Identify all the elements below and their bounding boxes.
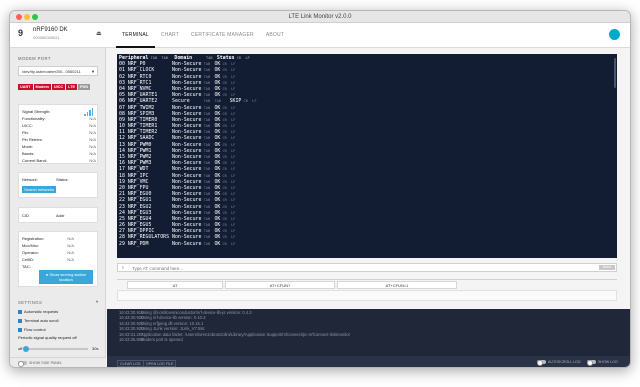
clear-log-button[interactable]: CLEAR LOG [117,360,144,367]
addr-label: Addr [56,213,65,218]
port-selector[interactable]: /dev/tty.usbmodem000...0560211 ▼ [18,66,98,76]
toggle-switch[interactable] [18,361,27,367]
status-row-bands: Bands: N/A [22,151,96,156]
log-message: Using @nordicsemiconductor/nrf-device-li… [141,310,252,315]
command-shortcuts: AT AT+CFUN? AT+CFUN=1 [117,279,617,301]
log-timestamp: 16:43:35.805 [119,336,144,342]
log-message: Using JLink version: JLink_V7.58c [141,326,205,332]
reg-row-registration: Registration: N/A [22,236,74,241]
prompt-arrow-icon: › [122,265,124,271]
show-station-location-button[interactable]: ● Show serving station location [39,270,93,284]
command-bar: › Send [117,263,617,272]
eject-icon[interactable]: ⏏ [96,30,102,37]
nordic-logo-icon [609,29,620,40]
app-window: LTE Link Monitor v2.0.0 9 nRF9160 DK 000… [9,10,631,368]
shortcut-cfun-query[interactable]: AT+CFUN? [225,281,335,289]
modem-status-card: Signal Strength: Functionality: N/A UICC:… [18,104,98,164]
cid-label: CID [22,213,29,218]
reg-row-cellid: CellID: N/A [22,257,74,262]
network-label: Network: [22,177,38,182]
lte-badge: LTE [66,84,78,90]
show-side-panel-toggle[interactable]: SHOW SIDE PANEL [18,361,62,367]
log-message: Using nrfjprog dll version: 10.15.1 [141,320,204,326]
checkbox-flow-control[interactable]: Flow control [18,327,46,332]
network-row: Network: Status: [22,177,96,182]
status-row-uicc: UICC: N/A [22,123,96,128]
periodic-slider[interactable] [23,346,88,352]
periodic-request-label: Periodic signal quality request off [18,335,77,340]
shortcut-cfun-1[interactable]: AT+CFUN=1 [337,281,457,289]
map-pin-icon: ● [45,272,49,277]
log-footer: CLEAR LOG OPEN LOG FILE AUTOSCROLL LOG S… [107,356,630,367]
autoscroll-log-toggle[interactable]: AUTOSCROLL LOG [537,360,581,366]
pdp-header: CID Addr [22,213,96,218]
checkbox-automatic-requests[interactable]: Automatic requests [18,309,58,314]
slider-min-label: off [18,346,23,351]
device-serial: 000960000021 [33,35,60,40]
uicc-badge: UICC [51,84,66,90]
open-log-file-button[interactable]: OPEN LOG FILE [143,360,177,367]
status-row-mode: Mode: N/A [22,144,96,149]
log-message: Modem port is opened [141,336,183,342]
log-entry: 16:43:35.805Modem port is opened [107,336,630,342]
status-row-pin-retries: Pin Retries: N/A [22,137,96,142]
network-card: Network: Status: Search networks [18,172,98,198]
shortcut-at[interactable]: AT [127,281,223,289]
terminal-output[interactable]: Peripheral TAB TAB Domain TAB Status CR … [117,54,617,258]
status-row-signal: Signal Strength: [22,109,51,114]
status-label: Status: [56,177,69,182]
status-row-functionality: Functionality: N/A [22,116,96,121]
close-window-button[interactable] [16,14,22,20]
nav-bar: 9 nRF9160 DK 000960000021 ⏏ TERMINAL CHA… [10,23,630,48]
maximize-window-button[interactable] [32,14,38,20]
slider-max-label: 30s [92,346,99,351]
status-row-pin: Pin: N/A [22,130,96,135]
window-title: LTE Link Monitor v2.0.0 [288,14,352,20]
checkbox-terminal-auto-scroll[interactable]: Terminal auto scroll [18,318,58,323]
log-message: Application data folder: /Users/lorenzob… [141,331,351,337]
reg-row-operator: Operator: N/A [22,250,74,255]
registration-card: Registration: N/A Mcc/Mnc: N/A Operator: N/… [18,231,98,287]
status-row-current-band: Current Band: N/A [22,158,96,163]
slider-handle[interactable] [23,346,29,352]
minimize-window-button[interactable] [24,14,30,20]
device-name[interactable]: nRF9160 DK [33,27,68,33]
modem-badge: Modem [33,84,51,90]
search-networks-button[interactable]: Search networks [22,186,56,193]
sidebar-footer: SHOW SIDE PANEL [10,357,106,367]
nordic-nine-logo-icon: 9 [18,28,24,38]
show-log-toggle[interactable]: SHOW LOG [587,360,618,366]
pdp-card: CID Addr [18,207,98,223]
reg-row-tac: TAC: [22,264,31,269]
log-message: Using nrf-device-lib version: 0.10.3 [141,315,206,321]
title-bar: LTE Link Monitor v2.0.0 [10,11,630,23]
settings-label: SETTINGS [18,300,43,305]
pdn-badge: PDN [78,84,91,90]
chevron-down-icon: ▼ [91,69,95,74]
log-panel: 16:43:30.919Using @nordicsemiconductor/n… [107,309,630,356]
reg-row-mccmnc: Mcc/Mnc: N/A [22,243,74,248]
sidebar: MODEM PORT /dev/tty.usbmodem000...056021… [10,48,106,367]
terminal-scrollbar[interactable] [614,58,616,88]
send-button[interactable]: Send [599,265,615,270]
main-panel: Peripheral TAB TAB Domain TAB Status CR … [107,48,630,367]
shortcuts-area [117,290,617,301]
terminal-line: 29 NRF_PDM Non-Secure TAB OK CR LF [119,240,236,247]
tab-chart[interactable]: CHART [155,23,185,48]
main-tabs: TERMINAL CHART CERTIFICATE MANAGER ABOUT [116,23,290,48]
chevron-down-icon[interactable]: ▾ [96,299,99,304]
modem-port-label: MODEM PORT [18,56,51,61]
status-badges: UART Modem UICC LTE PDN [18,84,91,90]
tab-about[interactable]: ABOUT [260,23,290,48]
uart-badge: UART [18,84,33,90]
tab-certificate-manager[interactable]: CERTIFICATE MANAGER [185,23,260,48]
port-value: /dev/tty.usbmodem000...0560211 [22,69,81,74]
tab-terminal[interactable]: TERMINAL [116,23,155,48]
at-command-input[interactable] [132,265,592,271]
